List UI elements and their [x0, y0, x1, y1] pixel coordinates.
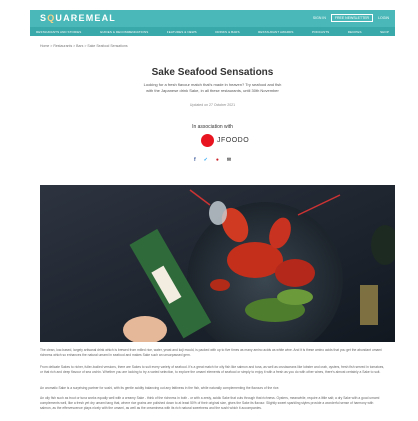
hero-image — [40, 185, 395, 342]
nav-item[interactable]: DRINKS & BARS — [215, 30, 239, 34]
nav-item[interactable]: SHOP — [380, 30, 389, 34]
jfoodo-wordmark: JFOODO — [217, 137, 250, 144]
header-links: SIGN IN FREE NEWSLETTER LOGIN — [313, 14, 389, 22]
lobster-sake-photo — [40, 185, 395, 342]
article-paragraph: An oily fish such as trout or tuna works… — [40, 396, 380, 410]
browser-page: SQUAREMEAL SIGN IN FREE NEWSLETTER LOGIN… — [30, 10, 395, 421]
login-link[interactable]: LOGIN — [378, 16, 389, 20]
sign-in-link[interactable]: SIGN IN — [313, 16, 326, 20]
share-bar: f ✓ ● ✉ — [30, 157, 395, 163]
article-paragraph: From delicate Sakes to richer, fuller-bo… — [40, 365, 385, 374]
page-title: Sake Seafood Sensations — [151, 67, 274, 78]
main-nav: RESTAURANTS AND STORIES GUIDES & RECOMME… — [30, 27, 395, 36]
association-label: In association with — [192, 124, 233, 130]
site-header: SQUAREMEAL SIGN IN FREE NEWSLETTER LOGIN — [30, 10, 395, 27]
newsletter-button[interactable]: FREE NEWSLETTER — [330, 14, 374, 22]
jfoodo-dot-icon — [201, 134, 214, 147]
nav-item[interactable]: PODCASTS — [312, 30, 329, 34]
nav-item[interactable]: GUIDES & RECOMMENDATIONS — [100, 30, 149, 34]
nav-item[interactable]: RESTAURANTS AND STORIES — [36, 30, 81, 34]
jfoodo-logo[interactable]: JFOODO — [201, 134, 249, 147]
article-intro: Looking for a fresh flavour match that's… — [143, 82, 282, 93]
email-icon[interactable]: ✉ — [227, 157, 231, 163]
article-paragraph: An aromatic Sake is a surprising partner… — [40, 386, 280, 390]
facebook-icon[interactable]: f — [194, 157, 196, 163]
twitter-icon[interactable]: ✓ — [204, 157, 208, 163]
pinterest-icon[interactable]: ● — [216, 157, 219, 163]
squaremeal-logo[interactable]: SQUAREMEAL — [40, 13, 116, 23]
breadcrumb[interactable]: Home > Restaurants > Bars > Sake Seafood… — [40, 44, 128, 48]
nav-item[interactable]: RECIPES — [348, 30, 362, 34]
updated-date: Updated on 27 October 2021 — [189, 103, 236, 107]
nav-item[interactable]: RESTAURANT AWARDS — [258, 30, 293, 34]
article-paragraph: The clean, low-based, largely artisanal … — [40, 348, 382, 357]
nav-item[interactable]: FEATURES & NEWS — [167, 30, 197, 34]
